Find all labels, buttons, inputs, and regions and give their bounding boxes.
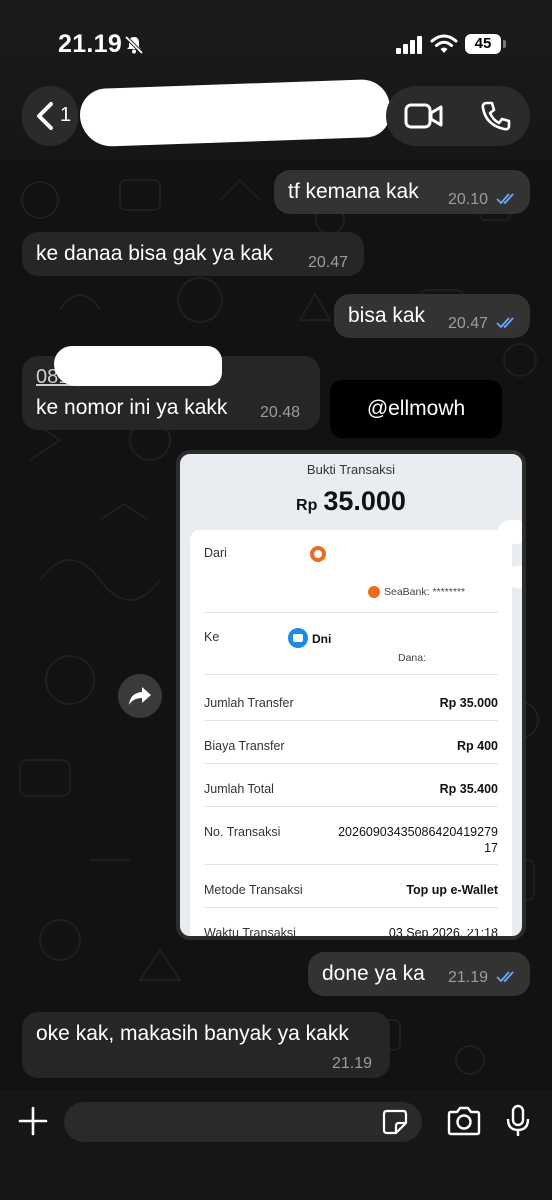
detail-value: Top up e-Wallet xyxy=(406,883,498,897)
battery-tip xyxy=(503,40,506,48)
receipt-title: Bukti Transaksi xyxy=(306,462,396,477)
dana-icon xyxy=(288,628,308,648)
seabank-icon xyxy=(368,586,380,598)
transaction-number-line2: 17 xyxy=(484,841,498,855)
to-label: Ke xyxy=(204,630,220,644)
detail-label: Jumlah Transfer xyxy=(204,696,294,710)
message-text: done ya ka xyxy=(322,962,425,985)
transaction-number-line1: 20260903435086420419279 xyxy=(338,825,498,839)
detail-label: Biaya Transfer xyxy=(204,739,285,753)
detail-value: Rp 35.000 xyxy=(439,696,498,710)
chat-header: 21.19 45 1 xyxy=(0,0,552,160)
detail-label: No. Transaksi xyxy=(204,825,281,839)
divider xyxy=(204,612,498,613)
message-time: 20.48 xyxy=(260,404,301,421)
divider xyxy=(204,806,498,807)
receipt-card: Dari SeaBank: ******** Ke Dni Dana: Juml… xyxy=(190,530,512,940)
double-check-icon xyxy=(496,317,514,329)
watermark-label: @ellmowh xyxy=(330,380,502,438)
camera-icon[interactable] xyxy=(446,1106,482,1136)
receipt-currency: Rp xyxy=(296,497,318,514)
message-time: 20.47 xyxy=(308,254,349,271)
receipt-amount: Rp 35.000 xyxy=(180,486,522,517)
detail-value: Rp 35.400 xyxy=(439,782,498,796)
back-chevron-icon xyxy=(37,102,53,130)
receipt-image[interactable]: Bukti Transaksi Rp 35.000 Dari SeaBank: *… xyxy=(176,450,526,940)
to-sub: Dana: xyxy=(398,652,427,664)
to-name: Dni xyxy=(312,632,332,646)
microphone-icon[interactable] xyxy=(506,1104,530,1138)
message-text: ke danaa bisa gak ya kak xyxy=(36,242,273,265)
message-input[interactable] xyxy=(64,1102,422,1142)
bell-slash-icon xyxy=(124,35,144,55)
forward-icon xyxy=(129,687,151,705)
image-time: 21.18 xyxy=(458,916,496,933)
divider xyxy=(204,907,498,908)
message-text: oke kak, makasih banyak ya kakk xyxy=(36,1022,349,1045)
from-label: Dari xyxy=(204,546,227,560)
detail-value: Rp 400 xyxy=(457,739,498,753)
detail-label: Waktu Transaksi xyxy=(204,926,296,940)
divider xyxy=(204,720,498,721)
receipt-redaction xyxy=(498,520,522,544)
signal-icon xyxy=(396,36,422,54)
receipt-amount-value: 35.000 xyxy=(323,486,406,516)
wifi-icon xyxy=(430,34,458,53)
sender-logo-icon xyxy=(310,546,326,562)
status-time: 21.19 xyxy=(58,30,123,58)
call-actions xyxy=(386,86,530,146)
divider xyxy=(204,763,498,764)
plus-icon[interactable] xyxy=(18,1106,48,1136)
message-text: bisa kak xyxy=(348,304,426,327)
divider xyxy=(204,864,498,865)
phone-icon[interactable] xyxy=(480,100,512,132)
battery-indicator: 45 xyxy=(465,34,501,54)
phone-redaction xyxy=(54,346,222,386)
divider xyxy=(204,674,498,675)
detail-label: Metode Transaksi xyxy=(204,883,303,897)
message-time: 20.47 xyxy=(448,315,489,332)
message-time: 21.19 xyxy=(448,969,489,986)
unread-count: 1 xyxy=(60,104,72,126)
message-time: 21.19 xyxy=(332,1055,373,1072)
message-outgoing[interactable]: tf kemana kak xyxy=(274,170,530,214)
from-bank: SeaBank: ******** xyxy=(384,586,466,598)
contact-name-redaction[interactable] xyxy=(79,78,391,148)
double-check-icon xyxy=(496,971,514,983)
video-call-icon[interactable] xyxy=(404,102,444,130)
double-check-icon xyxy=(496,193,514,205)
watermark-text: @ellmowh xyxy=(366,397,466,420)
sticker-icon[interactable] xyxy=(382,1109,408,1135)
message-text: ke nomor ini ya kakk xyxy=(36,396,228,419)
detail-label: Jumlah Total xyxy=(204,782,274,796)
receipt-redaction xyxy=(506,566,522,588)
message-text: tf kemana kak xyxy=(288,180,419,203)
message-time: 20.10 xyxy=(448,191,489,208)
forward-button[interactable] xyxy=(118,674,162,718)
